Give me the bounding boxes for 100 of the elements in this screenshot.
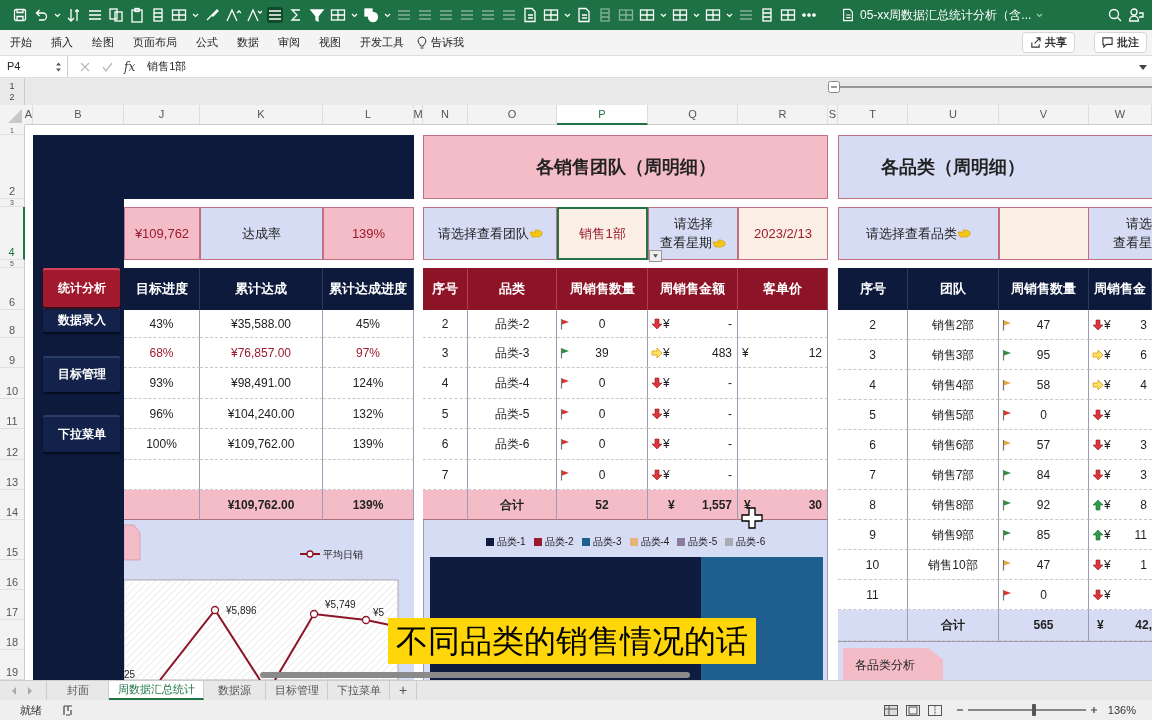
ribbon-tab[interactable]: 绘图 (92, 34, 114, 51)
column-header[interactable]: K (200, 105, 323, 125)
column-header[interactable]: U (908, 105, 999, 125)
outline-level-button[interactable]: 2 (9, 92, 15, 103)
column-header[interactable]: J (124, 105, 200, 125)
ribbon-tab[interactable]: 开始 (10, 34, 32, 51)
sheet-tab[interactable]: 周数据汇总统计 (109, 681, 204, 700)
column-header[interactable]: N (423, 105, 468, 125)
column-header[interactable]: B (33, 105, 124, 125)
indent-icon[interactable] (87, 7, 103, 23)
filter-icon[interactable] (309, 7, 325, 23)
nav-button[interactable]: 统计分析 (43, 268, 120, 307)
row-header[interactable]: 15 (0, 520, 25, 560)
ribbon-tab[interactable]: 页面布局 (133, 34, 177, 51)
ribbon-tab[interactable]: 公式 (196, 34, 218, 51)
nav-button[interactable]: 目标管理 (43, 356, 120, 392)
ribbon-tab[interactable]: 视图 (319, 34, 341, 51)
brush-icon[interactable] (204, 7, 220, 23)
caret-icon[interactable] (1139, 62, 1147, 71)
nav-button[interactable]: 下拉菜单 (43, 415, 120, 452)
table-icon[interactable] (543, 7, 559, 23)
copy-icon[interactable] (108, 7, 124, 23)
page-break-icon[interactable] (927, 704, 942, 716)
column-header[interactable]: L (323, 105, 414, 125)
row-header[interactable]: 2 (0, 135, 25, 199)
date-field[interactable]: 2023/2/13 (738, 207, 828, 260)
outline-level-button[interactable]: 1 (9, 81, 15, 92)
row-header[interactable]: 17 (0, 590, 25, 620)
row-header[interactable]: 10 (0, 368, 25, 399)
row-header[interactable]: 18 (0, 620, 25, 650)
table-icon[interactable] (780, 7, 796, 23)
nav-button[interactable]: 数据录入 (43, 307, 120, 332)
ribbon-tab[interactable]: 审阅 (278, 34, 300, 51)
font-shrink-icon[interactable] (246, 7, 262, 23)
table-icon[interactable] (639, 7, 655, 23)
row-header[interactable]: 6 (0, 268, 25, 310)
paste-icon[interactable] (129, 7, 145, 23)
lightbulb-icon (417, 35, 427, 50)
column-header[interactable]: Q (648, 105, 738, 125)
column-heading: 客单价 (738, 268, 828, 310)
shapes-icon[interactable] (363, 7, 379, 23)
undo-icon[interactable] (33, 7, 49, 23)
page-layout-icon[interactable] (905, 704, 920, 716)
row-header[interactable]: 14 (0, 490, 25, 520)
scrollbar-thumb[interactable] (260, 672, 690, 678)
tell-me-link[interactable]: 告诉我 (431, 34, 464, 51)
save-icon[interactable] (12, 7, 28, 23)
column-heading: 累计达成 (200, 268, 323, 310)
column-header[interactable]: P (557, 105, 648, 125)
share-button[interactable]: 共享 (1022, 32, 1075, 53)
dropdown-button[interactable] (649, 250, 662, 262)
search-icon[interactable] (1107, 7, 1123, 23)
normal-view-icon[interactable] (883, 704, 898, 716)
table-cell-text: 95 (1036, 346, 1051, 364)
sort-icon[interactable] (66, 7, 82, 23)
table-icon[interactable] (330, 7, 346, 23)
ribbon-tab[interactable]: 插入 (51, 34, 73, 51)
font-grow-icon[interactable] (225, 7, 241, 23)
row-header[interactable]: 19 (0, 650, 25, 680)
zoom-in-icon[interactable] (1089, 706, 1098, 714)
table-icon[interactable] (672, 7, 688, 23)
column-icon[interactable] (150, 7, 166, 23)
name-box[interactable]: P4 (0, 56, 68, 77)
document-icon[interactable] (576, 7, 592, 23)
section-tab[interactable]: 各品类分析 (843, 648, 943, 680)
column-header[interactable]: W (1089, 105, 1152, 125)
table-icon[interactable] (618, 7, 634, 23)
spinner-icon[interactable] (55, 60, 62, 73)
table-icon[interactable] (705, 7, 721, 23)
column-header[interactable]: R (738, 105, 828, 125)
align-icon[interactable] (267, 7, 283, 23)
dropdown-field[interactable] (999, 207, 1089, 260)
row-header[interactable]: 16 (0, 560, 25, 590)
check-icon[interactable] (102, 61, 113, 72)
ribbon-tab[interactable]: 开发工具 (360, 34, 404, 51)
table-cell: 139% (323, 429, 414, 460)
table-cell-text: 0 (598, 375, 606, 392)
legend-label: 品类-4 (640, 535, 670, 549)
user-icon[interactable] (1128, 7, 1144, 23)
row-header[interactable]: 9 (0, 338, 25, 368)
macro-record-icon[interactable] (62, 704, 74, 716)
table-icon[interactable] (171, 7, 187, 23)
dropdown-field[interactable]: 销售1部 (557, 207, 648, 260)
ribbon-tab[interactable]: 数据 (237, 34, 259, 51)
columns-icon[interactable] (759, 7, 775, 23)
column-header[interactable]: T (838, 105, 908, 125)
zoom-level[interactable]: 136% (1107, 701, 1136, 719)
column-header[interactable]: O (468, 105, 557, 125)
zoom-slider[interactable] (1031, 704, 1036, 716)
row-header[interactable]: 12 (0, 429, 25, 460)
row-header[interactable]: 4 (0, 207, 25, 260)
column-header[interactable]: V (999, 105, 1089, 125)
collapse-button[interactable] (828, 81, 840, 93)
row-header[interactable]: 8 (0, 310, 25, 338)
zoom-out-icon[interactable] (955, 706, 964, 714)
function-button[interactable]: fx (124, 57, 136, 76)
row-header[interactable]: 11 (0, 399, 25, 429)
row-header[interactable]: 13 (0, 460, 25, 490)
document-icon[interactable] (522, 7, 538, 23)
comments-button[interactable]: 批注 (1094, 32, 1147, 53)
